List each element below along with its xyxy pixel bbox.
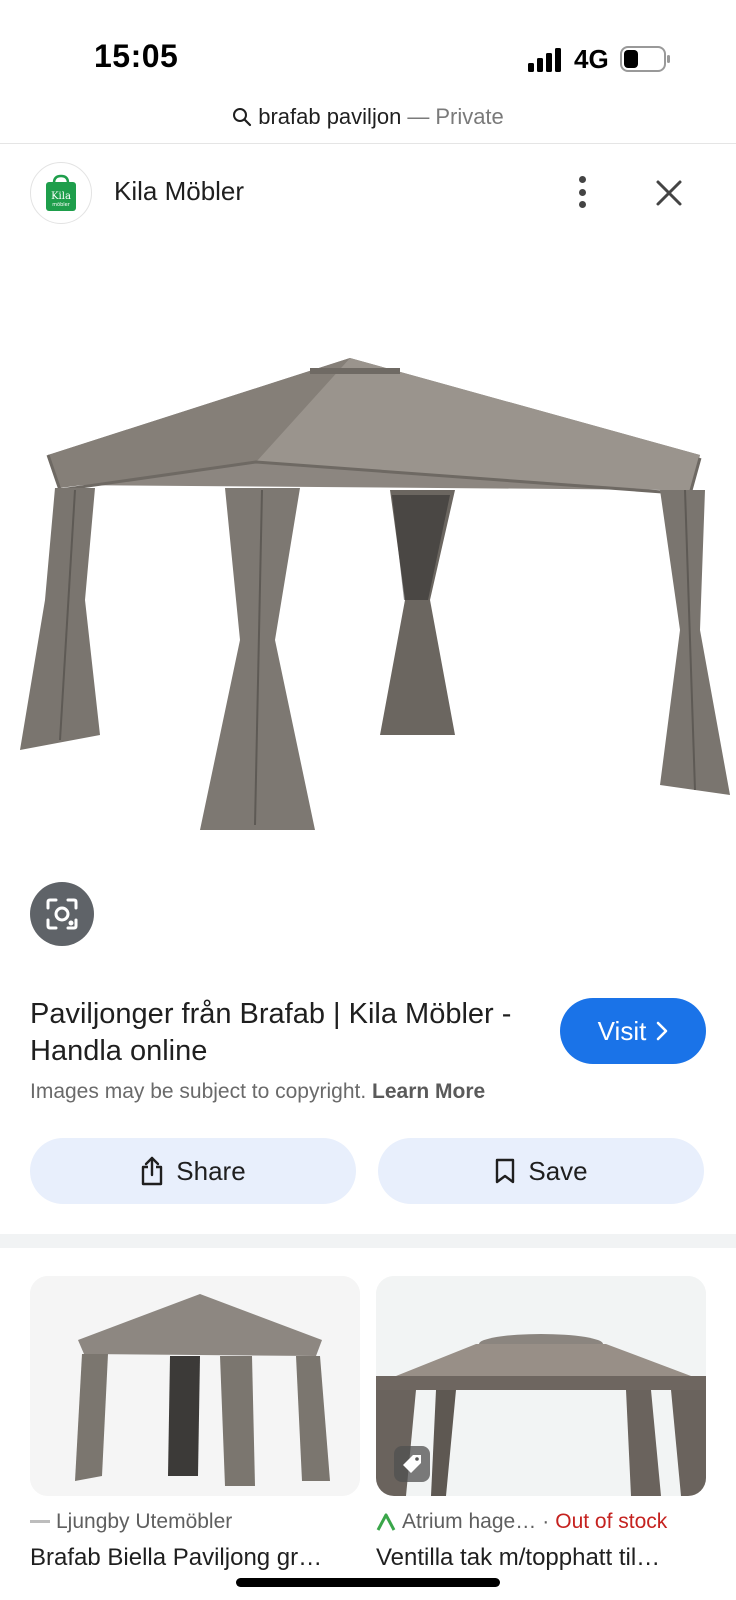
save-label: Save bbox=[528, 1155, 588, 1186]
bookmark-icon bbox=[496, 1158, 515, 1184]
battery-icon bbox=[620, 46, 670, 72]
source-header: Kila möbler Kila Möbler bbox=[0, 146, 736, 238]
stock-status: Out of stock bbox=[555, 1510, 668, 1533]
signal-icon bbox=[528, 48, 561, 72]
related-thumbnail[interactable] bbox=[30, 1276, 360, 1496]
search-icon bbox=[233, 108, 252, 127]
related-thumbnail[interactable] bbox=[376, 1276, 706, 1496]
related-source: Atrium hage… · Out of stock bbox=[376, 1510, 706, 1534]
svg-text:Kila: Kila bbox=[51, 191, 71, 202]
shopping-bag-logo-icon: Kila möbler bbox=[46, 174, 76, 211]
home-indicator[interactable] bbox=[236, 1578, 500, 1587]
related-title[interactable]: Ventilla tak m/topphatt til… bbox=[376, 1544, 706, 1572]
related-source-name: Atrium hage… bbox=[402, 1510, 537, 1533]
visit-label: Visit bbox=[597, 1015, 647, 1046]
search-separator: — bbox=[407, 104, 430, 129]
more-vert-icon[interactable] bbox=[566, 172, 598, 212]
lens-icon[interactable] bbox=[30, 882, 94, 946]
source-favicon-icon bbox=[30, 1520, 50, 1523]
search-mode: Private bbox=[435, 104, 504, 129]
search-bar[interactable]: brafab paviljon — Private bbox=[0, 98, 736, 144]
copyright-notice: Images may be subject to copyright. Lear… bbox=[30, 1080, 485, 1104]
search-query: brafab paviljon bbox=[258, 104, 402, 129]
stock-separator: · bbox=[542, 1510, 550, 1533]
share-label: Share bbox=[176, 1155, 246, 1186]
svg-text:möbler: möbler bbox=[52, 202, 71, 208]
close-icon[interactable] bbox=[650, 174, 688, 212]
share-button[interactable]: Share bbox=[30, 1138, 356, 1204]
source-logo: Kila möbler bbox=[30, 162, 92, 224]
network-label: 4G bbox=[574, 44, 609, 74]
related-card[interactable]: Atrium hage… · Out of stock Ventilla tak… bbox=[376, 1276, 706, 1572]
source-name[interactable]: Kila Möbler bbox=[114, 176, 244, 207]
related-card[interactable]: Ljungby Utemöbler Brafab Biella Paviljon… bbox=[30, 1276, 360, 1572]
related-source: Ljungby Utemöbler bbox=[30, 1510, 360, 1534]
result-title[interactable]: Paviljonger från Brafab | Kila Möbler - … bbox=[30, 996, 540, 1070]
status-time: 15:05 bbox=[94, 38, 179, 74]
tag-icon bbox=[394, 1446, 430, 1482]
save-button[interactable]: Save bbox=[378, 1138, 704, 1204]
chevron-right-icon bbox=[657, 1021, 668, 1041]
status-bar: 15:05 4G bbox=[0, 0, 736, 100]
related-title[interactable]: Brafab Biella Paviljong gr… bbox=[30, 1544, 360, 1572]
atrium-logo-icon bbox=[376, 1513, 396, 1531]
main-product-image[interactable] bbox=[0, 240, 736, 860]
visit-button[interactable]: Visit bbox=[560, 998, 706, 1064]
share-icon bbox=[142, 1156, 163, 1186]
section-divider bbox=[0, 1234, 736, 1248]
related-source-name: Ljungby Utemöbler bbox=[56, 1510, 233, 1533]
learn-more-link[interactable]: Learn More bbox=[372, 1080, 485, 1103]
copyright-text: Images may be subject to copyright. bbox=[30, 1080, 367, 1103]
